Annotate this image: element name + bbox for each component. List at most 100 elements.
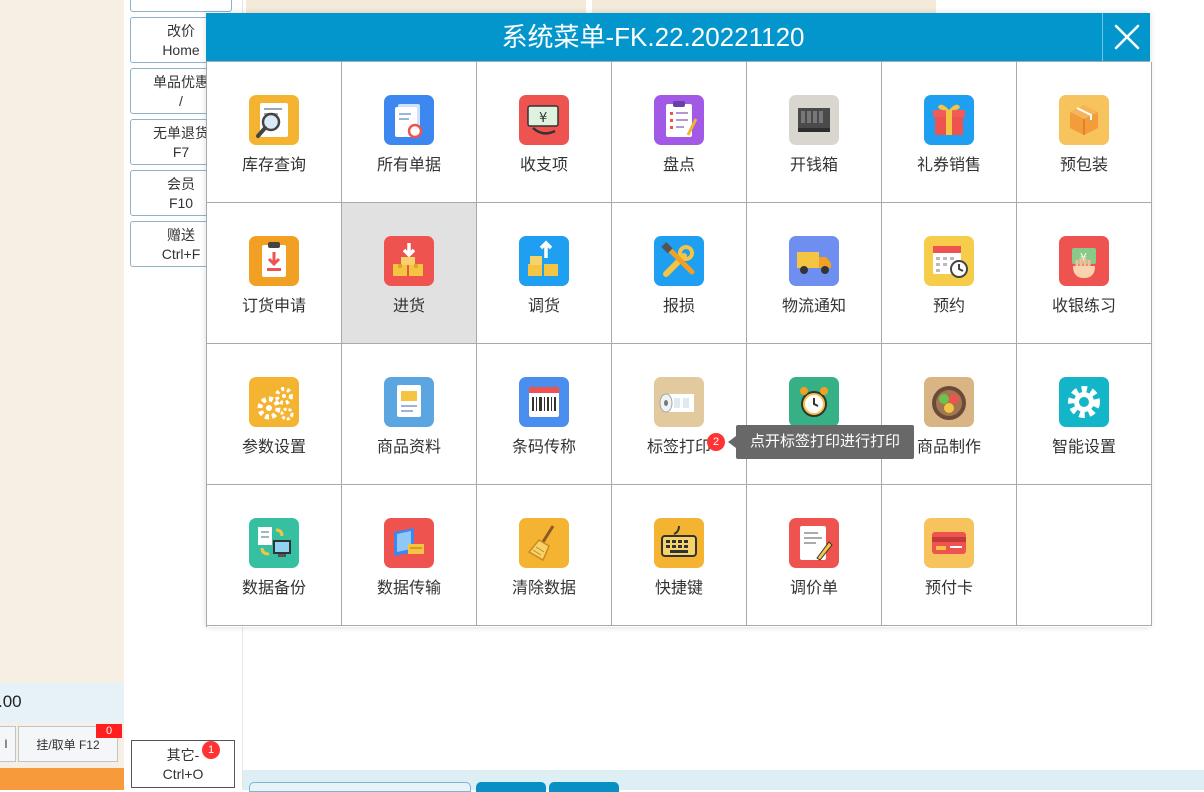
menu-label: 条码传称 — [511, 439, 576, 456]
left-button-row: l 挂/取单 F12 0 — [0, 724, 124, 764]
menu-item-gift-voucher-sales[interactable]: 礼券销售 — [882, 62, 1017, 203]
total-area: .00 — [0, 683, 124, 723]
menu-item-appointment[interactable]: 预约 — [882, 203, 1017, 344]
menu-item-product-making[interactable]: 商品制作 — [882, 344, 1017, 485]
data-backup-icon — [249, 518, 299, 568]
other-shortcut: Ctrl+O — [162, 766, 204, 782]
data-transfer-icon — [384, 518, 434, 568]
menu-item-purchase[interactable]: 进货 — [342, 203, 477, 344]
step-badge-2: 2 — [707, 433, 725, 451]
cashier-practice-icon: ¥ — [1059, 236, 1109, 286]
menu-item-data-backup[interactable]: 数据备份 — [207, 485, 342, 626]
total-amount: .00 — [0, 692, 22, 711]
hang-order-count-badge: 0 — [96, 724, 122, 738]
hang-order-label: 挂/取单 F12 — [36, 737, 100, 752]
menu-label: 库存查询 — [241, 157, 306, 174]
menu-label: 参数设置 — [241, 439, 306, 456]
step-badge-1: 1 — [202, 741, 220, 759]
menu-item-open-cash-drawer[interactable]: 开钱箱 — [747, 62, 882, 203]
menu-label: 调价单 — [789, 580, 838, 597]
function-button-top[interactable] — [130, 0, 232, 12]
menu-label: 收银练习 — [1051, 298, 1116, 315]
menu-label: 预付卡 — [924, 580, 973, 597]
menu-label: 开钱箱 — [789, 157, 838, 174]
bottom-tab-bar — [243, 770, 1204, 792]
menu-item-logistics-notice[interactable]: 物流通知 — [747, 203, 882, 344]
menu-item-barcode-scale[interactable]: 条码传称 — [477, 344, 612, 485]
menu-item-shortcuts[interactable]: 快捷键 — [612, 485, 747, 626]
truck-icon — [789, 236, 839, 286]
close-icon — [1114, 24, 1140, 50]
menu-label: 智能设置 — [1051, 439, 1116, 456]
menu-label: 盘点 — [662, 157, 695, 174]
menu-item-price-adjustment[interactable]: 调价单 — [747, 485, 882, 626]
svg-text:¥: ¥ — [539, 111, 547, 126]
gift-icon — [924, 95, 974, 145]
menu-item-prepackaged[interactable]: 预包装 — [1017, 62, 1152, 203]
broom-icon — [519, 518, 569, 568]
tooltip-arrow — [728, 436, 736, 448]
left-panel: .00 l 挂/取单 F12 0 — [0, 0, 125, 790]
menu-label: 调货 — [527, 298, 560, 315]
menu-item-data-transfer[interactable]: 数据传输 — [342, 485, 477, 626]
menu-item-smart-settings[interactable]: 智能设置 — [1017, 344, 1152, 485]
menu-label: 商品资料 — [376, 439, 441, 456]
orange-strip — [0, 768, 124, 790]
menu-item-prepaid-card[interactable]: 预付卡 — [882, 485, 1017, 626]
price-doc-icon — [789, 518, 839, 568]
dialog-header: 系统菜单-FK.22.20221120 — [206, 13, 1150, 61]
cash-flow-icon: ¥ — [519, 95, 569, 145]
menu-label: 标签打印 — [646, 439, 711, 456]
menu-item-stocktake[interactable]: 盘点 — [612, 62, 747, 203]
transfer-icon — [519, 236, 569, 286]
menu-label: 收支项 — [519, 157, 568, 174]
menu-item-cashier-practice[interactable]: ¥ 收银练习 — [1017, 203, 1152, 344]
keyboard-icon — [654, 518, 704, 568]
prepaid-card-icon — [924, 518, 974, 568]
menu-label: 预包装 — [1059, 157, 1108, 174]
barcode-icon — [519, 377, 569, 427]
menu-item-transfer[interactable]: 调货 — [477, 203, 612, 344]
bottom-tab-2[interactable] — [476, 782, 546, 792]
purchase-icon — [384, 236, 434, 286]
menu-grid: 库存查询 所有单据 ¥ 收支项 盘点 开钱箱 礼券销售 预包装 订货申请 进货 … — [206, 61, 1152, 627]
menu-label: 所有单据 — [376, 157, 441, 174]
menu-label: 订货申请 — [241, 298, 306, 315]
menu-item-clear-data[interactable]: 清除数据 — [477, 485, 612, 626]
close-button[interactable] — [1102, 13, 1150, 61]
documents-icon — [384, 95, 434, 145]
gears-icon — [249, 377, 299, 427]
inventory-search-icon — [249, 95, 299, 145]
alarm-clock-icon — [789, 377, 839, 427]
menu-item-label-print[interactable]: 标签打印 — [612, 344, 747, 485]
menu-item-inventory-query[interactable]: 库存查询 — [207, 62, 342, 203]
menu-label: 预约 — [932, 298, 965, 315]
menu-item-alarm[interactable] — [747, 344, 882, 485]
bottom-tab-1[interactable] — [249, 782, 471, 792]
menu-item-order-request[interactable]: 订货申请 — [207, 203, 342, 344]
menu-item-empty — [1017, 485, 1152, 626]
menu-label: 数据传输 — [376, 580, 441, 597]
food-bowl-icon — [924, 377, 974, 427]
bottom-tab-3[interactable] — [549, 782, 619, 792]
menu-item-all-documents[interactable]: 所有单据 — [342, 62, 477, 203]
menu-label: 报损 — [662, 298, 695, 315]
menu-label: 礼券销售 — [916, 157, 981, 174]
menu-item-product-info[interactable]: 商品资料 — [342, 344, 477, 485]
label-print-tooltip: 点开标签打印进行打印 — [736, 425, 914, 459]
tools-icon — [654, 236, 704, 286]
system-menu-dialog: 系统菜单-FK.22.20221120 库存查询 所有单据 ¥ 收支项 盘点 开… — [206, 13, 1152, 627]
menu-item-parameter-settings[interactable]: 参数设置 — [207, 344, 342, 485]
cash-drawer-icon — [789, 95, 839, 145]
menu-label: 进货 — [392, 298, 425, 315]
partial-button[interactable]: l — [0, 726, 16, 762]
menu-item-damage-report[interactable]: 报损 — [612, 203, 747, 344]
top-strip — [246, 0, 936, 14]
menu-item-income-expense[interactable]: ¥ 收支项 — [477, 62, 612, 203]
menu-label: 数据备份 — [241, 580, 306, 597]
menu-label: 清除数据 — [511, 580, 576, 597]
other-button[interactable]: 其它- Ctrl+O 1 — [131, 740, 235, 788]
stocktake-icon — [654, 95, 704, 145]
dialog-title: 系统菜单-FK.22.20221120 — [501, 22, 805, 52]
menu-label: 快捷键 — [654, 580, 703, 597]
